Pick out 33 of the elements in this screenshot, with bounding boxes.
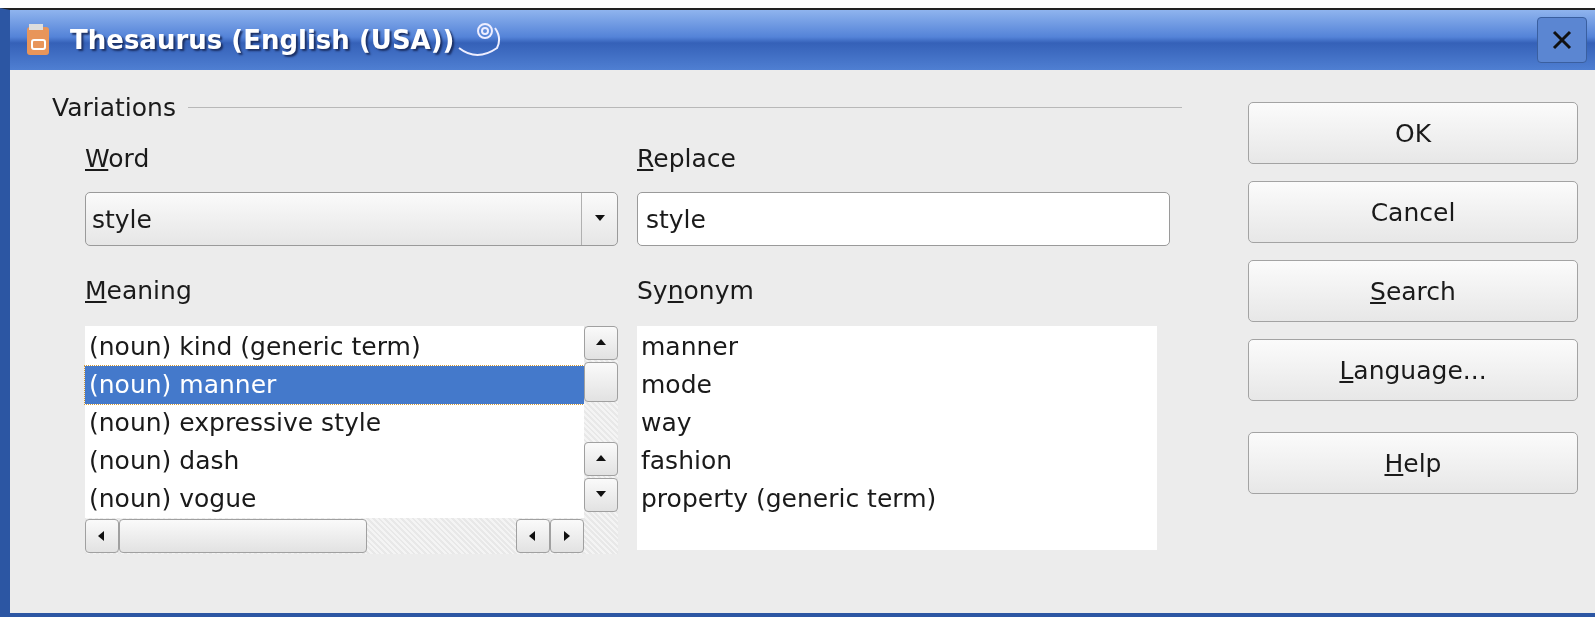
scroll-down-button[interactable] (584, 478, 618, 512)
list-item[interactable]: (noun) dash (85, 442, 584, 480)
list-item[interactable]: fashion (637, 442, 1157, 480)
list-item[interactable]: (noun) vogue (85, 480, 584, 518)
replace-field[interactable]: style (637, 192, 1170, 246)
dialog-button[interactable]: OK (1248, 102, 1578, 164)
word-label: Word (85, 144, 151, 175)
dialog-button[interactable]: Help (1248, 432, 1578, 494)
scroll-right-button[interactable] (550, 519, 584, 553)
dialog-button[interactable]: Cancel (1248, 181, 1578, 243)
word-combobox[interactable]: style (85, 192, 618, 246)
scrollbar-thumb[interactable] (119, 519, 367, 553)
list-item[interactable]: (noun) manner (85, 366, 584, 404)
group-title: Variations (52, 92, 176, 122)
list-item[interactable]: manner (637, 328, 1157, 366)
scrollbar-thumb[interactable] (584, 362, 618, 402)
close-button[interactable] (1537, 17, 1587, 63)
synonym-label: Synonym (637, 276, 755, 307)
scroll-left-button[interactable] (516, 519, 550, 553)
replace-label: Replace (637, 144, 737, 175)
list-item[interactable]: (noun) expressive style (85, 404, 584, 442)
window-title: Thesaurus (English (USA)) (70, 25, 455, 55)
dialog-button[interactable]: Language... (1248, 339, 1578, 401)
list-item[interactable]: (noun) kind (generic term) (85, 328, 584, 366)
scroll-up-button[interactable] (584, 442, 618, 476)
list-item[interactable]: property (generic term) (637, 480, 1157, 518)
close-icon (1551, 29, 1573, 51)
list-item[interactable]: way (637, 404, 1157, 442)
meaning-label: Meaning (85, 276, 193, 307)
scroll-left-button[interactable] (85, 519, 119, 553)
scroll-up-button[interactable] (584, 326, 618, 360)
list-item[interactable]: mode (637, 366, 1157, 404)
dialog-button[interactable]: Search (1248, 260, 1578, 322)
